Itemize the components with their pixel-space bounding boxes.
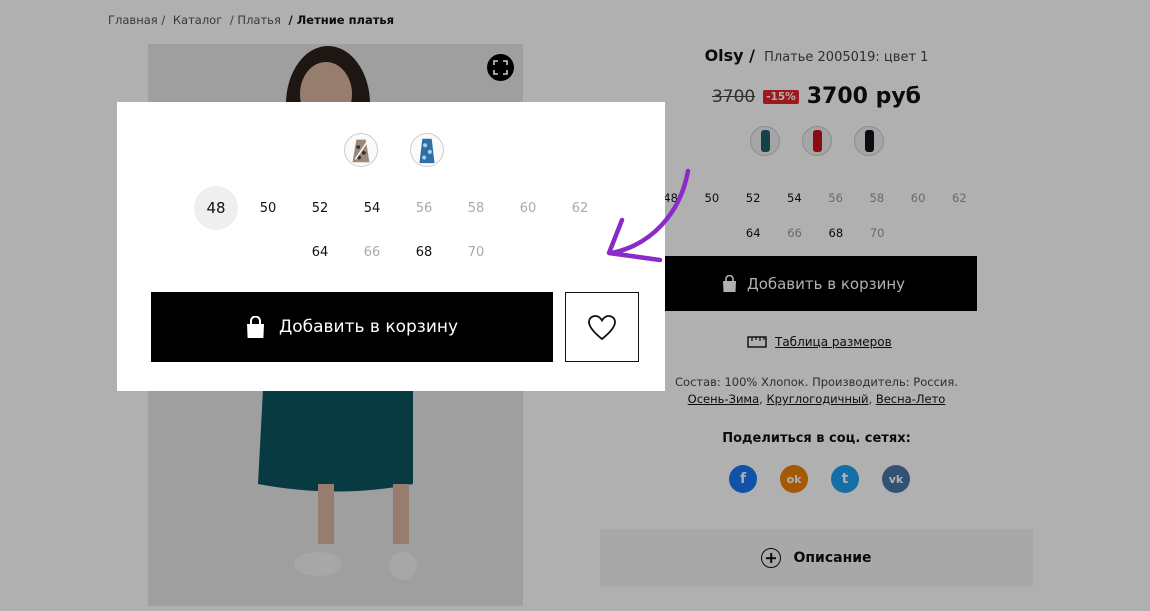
size-option[interactable]: 50 [242, 201, 294, 216]
modal-add-to-cart-label: Добавить в корзину [278, 317, 459, 337]
size-picker-modal: 48 50 52 54 56 58 60 62 64 66 68 70 Добавить в кор… [117, 102, 665, 391]
hint-arrow [606, 168, 691, 263]
modal-add-to-cart-button[interactable]: Добавить в корзину [151, 292, 553, 362]
heart-icon [588, 314, 616, 340]
size-option[interactable]: 52 [294, 201, 346, 216]
modal-color-swatches [344, 133, 444, 167]
dress-thumbnail-icon [419, 138, 435, 164]
color-swatch[interactable] [344, 133, 378, 167]
size-option: 62 [571, 200, 589, 216]
size-option[interactable]: 68 [398, 245, 450, 260]
add-to-favorites-button[interactable] [565, 292, 639, 362]
size-option[interactable]: 54 [346, 201, 398, 216]
size-option: 58 [467, 200, 485, 216]
size-option: 66 [363, 244, 381, 260]
size-option[interactable]: 64 [294, 245, 346, 260]
dress-thumbnail-icon [352, 139, 370, 163]
shopping-bag-icon [246, 315, 264, 338]
modal-size-selector: 48 50 52 54 56 58 60 62 64 66 68 70 [190, 186, 606, 274]
size-option: 60 [519, 200, 537, 216]
size-option: 70 [467, 244, 485, 260]
size-option[interactable]: 48 [190, 186, 242, 230]
size-option: 56 [415, 200, 433, 216]
color-swatch[interactable] [410, 133, 444, 167]
